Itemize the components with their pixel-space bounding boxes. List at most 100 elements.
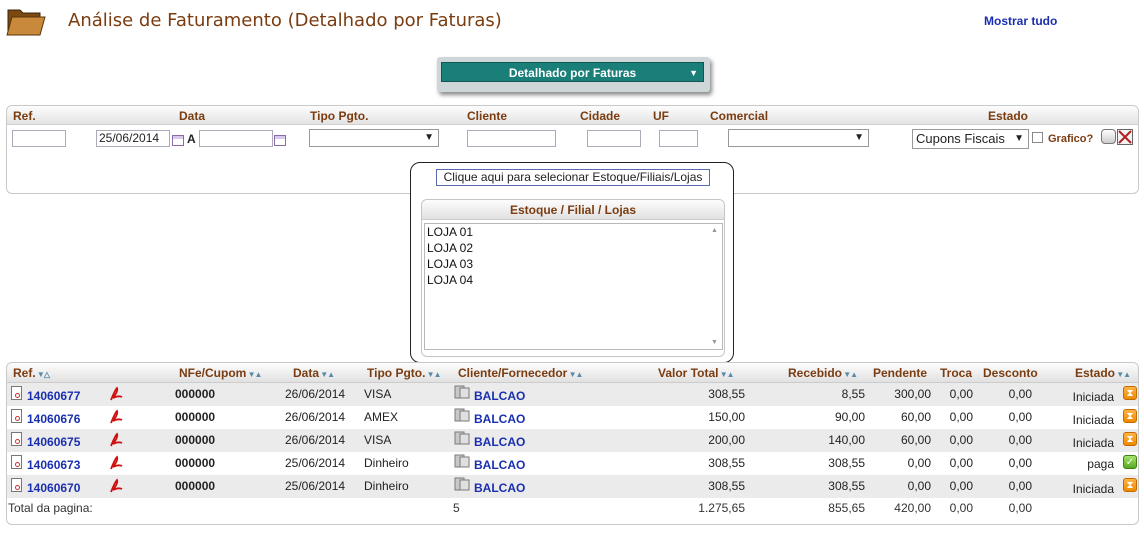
estado-select[interactable]: Cupons Fiscais ▼ [912, 129, 1029, 149]
recebido: 8,55 [841, 387, 865, 401]
status-text: Iniciada [1072, 436, 1114, 450]
store-item[interactable]: LOJA 04 [427, 272, 722, 288]
document-icon[interactable] [11, 455, 22, 469]
invoice-ref-link[interactable]: 14060670 [27, 481, 80, 495]
show-all-link[interactable]: Mostrar tudo [984, 14, 1057, 28]
scroll-down-icon[interactable]: ▼ [711, 339, 718, 346]
column-header-pendente: Pendente [873, 366, 928, 380]
filter-label-cidade: Cidade [580, 109, 621, 123]
totals-pendente: 420,00 [894, 501, 931, 515]
dropdown-arrow-icon: ▼ [1014, 133, 1024, 144]
status-text: Iniciada [1072, 482, 1114, 496]
invoice-ref-link[interactable]: 14060673 [27, 458, 80, 472]
store-list-heading: Estoque / Filial / Lojas [422, 200, 724, 220]
payment-type: VISA [364, 387, 392, 401]
store-listbox[interactable]: LOJA 01 LOJA 02 LOJA 03 LOJA 04 ▲ ▼ [424, 223, 723, 350]
calendar-icon[interactable] [172, 135, 184, 146]
hourglass-icon[interactable]: ⧗ [1123, 409, 1137, 423]
troca: 0,00 [949, 387, 973, 401]
client-link[interactable]: BALCAO [474, 389, 525, 403]
cliente-input[interactable] [467, 130, 556, 147]
calendar-icon[interactable] [274, 135, 286, 146]
view-select-wrapper: Detalhado por Faturas ▼ [437, 57, 710, 92]
document-icon[interactable] [11, 386, 22, 400]
totals-label: Total da pagina: [8, 501, 93, 515]
cidade-input[interactable] [587, 130, 641, 147]
payment-type: AMEX [364, 410, 399, 424]
invoice-date: 26/06/2014 [285, 433, 346, 447]
select-stores-button[interactable]: Clique aqui para selecionar Estoque/Fili… [436, 169, 710, 186]
pendente: 0,00 [907, 456, 931, 470]
pdf-icon[interactable] [108, 386, 124, 402]
status-text: paga [1087, 457, 1114, 471]
pdf-icon[interactable] [108, 409, 124, 425]
filter-label-data: Data [179, 109, 206, 123]
invoice-ref-link[interactable]: 14060675 [27, 435, 80, 449]
filter-label-comercial: Comercial [710, 109, 769, 123]
table-row: 14060676 000000 26/06/2014 AMEX BALCAO 150,00… [7, 406, 1138, 429]
column-header-ref[interactable]: Ref. ▼△ [13, 366, 50, 380]
grafico-checkbox[interactable] [1032, 132, 1043, 143]
pdf-icon[interactable] [108, 455, 124, 471]
store-item[interactable]: LOJA 03 [427, 256, 722, 272]
clear-icon[interactable] [1117, 129, 1133, 145]
client-icon [454, 385, 470, 399]
sort-icon: ▼▲ [567, 370, 584, 379]
client-link[interactable]: BALCAO [474, 412, 525, 426]
troca: 0,00 [949, 433, 973, 447]
column-header-estado[interactable]: Estado ▼▲ [1075, 366, 1131, 380]
nfe-cupom: 000000 [175, 410, 216, 424]
search-button-icon[interactable] [1101, 129, 1116, 144]
hourglass-icon[interactable]: ⧗ [1123, 432, 1137, 446]
check-icon[interactable]: ✓ [1123, 455, 1137, 469]
column-header-nfe[interactable]: NFe/Cupom ▼▲ [179, 366, 262, 380]
recebido: 90,00 [834, 410, 865, 424]
nfe-cupom: 000000 [175, 387, 216, 401]
nfe-cupom: 000000 [175, 433, 216, 447]
pendente: 60,00 [900, 410, 931, 424]
date-to-input[interactable] [199, 130, 273, 147]
column-header-cliente[interactable]: Cliente/Fornecedor ▼▲ [458, 366, 584, 380]
column-header-desconto: Desconto [983, 366, 1038, 380]
store-selector: Clique aqui para selecionar Estoque/Fili… [410, 162, 734, 363]
invoice-ref-link[interactable]: 14060676 [27, 412, 80, 426]
totals-row: Total da pagina: 5 1.275,65 855,65 420,0… [7, 499, 1138, 519]
totals-troca: 0,00 [949, 501, 973, 515]
filter-label-cliente: Cliente [467, 109, 508, 123]
pdf-icon[interactable] [108, 432, 124, 448]
hourglass-icon[interactable]: ⧗ [1123, 386, 1137, 400]
column-header-tipo[interactable]: Tipo Pgto. ▼▲ [367, 366, 442, 380]
payment-type: Dinheiro [364, 479, 409, 493]
client-link[interactable]: BALCAO [474, 481, 525, 495]
results-table: Ref. ▼△ NFe/Cupom ▼▲ Data ▼▲ Tipo Pgto. … [6, 362, 1139, 525]
ref-input[interactable] [12, 130, 66, 147]
tipo-pgto-select[interactable]: ▼ [309, 129, 439, 147]
nfe-cupom: 000000 [175, 479, 216, 493]
pdf-icon[interactable] [108, 478, 124, 494]
sort-icon: ▼▲ [1115, 370, 1131, 379]
date-from-input[interactable]: 25/06/2014 [96, 130, 170, 147]
column-header-troca: Troca [940, 366, 973, 380]
uf-input[interactable] [659, 130, 698, 147]
invoice-ref-link[interactable]: 14060677 [27, 389, 80, 403]
scroll-up-icon[interactable]: ▲ [711, 227, 718, 234]
document-icon[interactable] [11, 409, 22, 423]
document-icon[interactable] [11, 478, 22, 492]
client-link[interactable]: BALCAO [474, 458, 525, 472]
comercial-select[interactable]: ▼ [728, 129, 869, 147]
store-item[interactable]: LOJA 01 [427, 224, 722, 240]
column-header-data[interactable]: Data ▼▲ [293, 366, 335, 380]
store-item[interactable]: LOJA 02 [427, 240, 722, 256]
totals-count: 5 [453, 501, 460, 515]
store-list-scrollbar[interactable]: ▲ ▼ [709, 225, 721, 348]
client-link[interactable]: BALCAO [474, 435, 525, 449]
column-header-recebido[interactable]: Recebido ▼▲ [788, 366, 858, 380]
hourglass-icon[interactable]: ⧗ [1123, 478, 1137, 492]
client-icon [454, 431, 470, 445]
desconto: 0,00 [1008, 387, 1032, 401]
sort-icon: ▼△ [35, 370, 50, 379]
document-icon[interactable] [11, 432, 22, 446]
view-select[interactable]: Detalhado por Faturas ▼ [441, 62, 704, 82]
column-header-valor[interactable]: Valor Total ▼▲ [658, 366, 735, 380]
totals-recebido: 855,65 [828, 501, 865, 515]
